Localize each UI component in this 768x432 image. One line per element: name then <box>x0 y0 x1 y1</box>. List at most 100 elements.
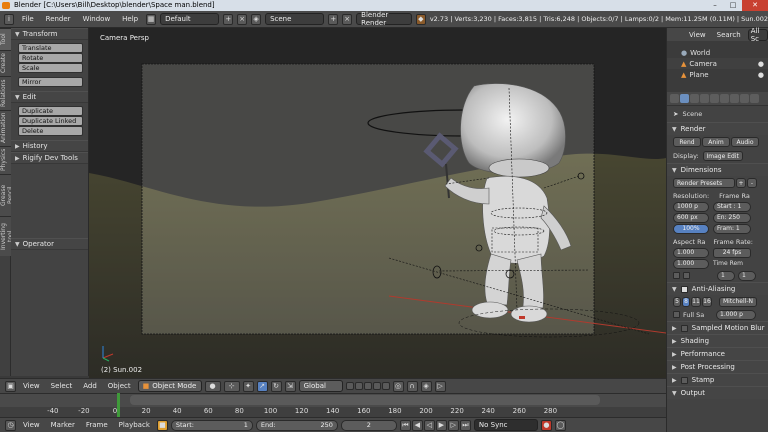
tab-inverting-tool[interactable]: Inverting tool <box>0 216 14 256</box>
record-icon[interactable]: ● <box>540 419 552 431</box>
scene-tab-icon[interactable] <box>700 94 709 103</box>
render-engine-select[interactable]: Blender Render <box>356 11 412 27</box>
rigify-panel-header[interactable]: ▶ Rigify Dev Tools <box>11 152 88 164</box>
scale-button[interactable]: Scale <box>18 63 83 73</box>
dimensions-panel-header[interactable]: ▼ Dimensions <box>667 163 768 176</box>
add-layout-icon[interactable]: + <box>223 13 234 25</box>
menu-help[interactable]: Help <box>118 15 142 23</box>
border-checkbox[interactable] <box>683 272 690 279</box>
menu-add[interactable]: Add <box>79 382 101 390</box>
performance-panel-header[interactable]: ▶ Performance <box>667 347 768 360</box>
world-tab-icon[interactable] <box>710 94 719 103</box>
aspect-x-field[interactable]: 1.000 <box>673 247 709 258</box>
resolution-x-field[interactable]: 1000 p <box>673 201 709 212</box>
menu-view[interactable]: View <box>19 382 44 390</box>
orientation-select[interactable]: Global <box>298 380 343 392</box>
keying-set-icon[interactable]: ◯ <box>554 419 566 431</box>
current-frame-indicator[interactable] <box>117 393 121 417</box>
frame-end-field[interactable]: En: 250 <box>713 212 751 223</box>
render-audio-button[interactable]: Audio <box>731 137 759 147</box>
tab-tool[interactable]: Tool <box>0 28 11 50</box>
scene-select[interactable]: Scene <box>265 13 325 25</box>
snap-icon[interactable]: ∩ <box>406 380 418 392</box>
aa-samples-8-button[interactable]: 8 <box>682 296 690 307</box>
menu-select[interactable]: Select <box>47 382 77 390</box>
timeline-editor-icon[interactable]: ◷ <box>5 419 16 431</box>
3d-viewport[interactable]: Camera Persp (2) Sun.002 <box>89 28 666 378</box>
shading-panel-header[interactable]: ▶ Shading <box>667 334 768 347</box>
frame-rate-select[interactable]: 24 fps <box>713 247 751 258</box>
crop-checkbox[interactable] <box>673 272 680 279</box>
constraints-tab-icon[interactable] <box>730 94 739 103</box>
close-icon[interactable]: ✕ <box>742 0 768 11</box>
outliner-filter-select[interactable]: All Sc <box>747 27 768 43</box>
proportional-edit-icon[interactable]: ◎ <box>392 380 404 392</box>
layer-5-button[interactable] <box>381 382 390 390</box>
outliner-row-world[interactable]: ● World <box>667 47 768 58</box>
output-panel-header[interactable]: ▼ Output <box>667 386 768 399</box>
preview-range-icon[interactable]: ■ <box>156 419 168 431</box>
timeline-scrollbar[interactable] <box>0 394 666 407</box>
aspect-y-field[interactable]: 1.000 <box>673 258 709 269</box>
frame-start-field[interactable]: Start : 1 <box>713 201 751 212</box>
render-anim-button[interactable]: Anim <box>702 137 730 147</box>
next-keyframe-icon[interactable]: ▷ <box>447 419 459 431</box>
info-editor-icon[interactable]: i <box>4 13 14 25</box>
antialiasing-checkbox[interactable] <box>680 285 688 293</box>
end-frame-field[interactable]: End: 250 <box>255 419 338 431</box>
render-image-button[interactable]: Rend <box>673 137 701 147</box>
tab-grease-pencil[interactable]: Grease Pencil <box>0 174 14 216</box>
pin-icon[interactable]: ➤ <box>673 110 678 118</box>
shading-icon[interactable]: ● <box>204 380 221 392</box>
jump-end-icon[interactable]: ⏭ <box>459 419 471 431</box>
antialiasing-panel-header[interactable]: ▼ Anti-Aliasing <box>667 282 768 295</box>
play-icon[interactable]: ▶ <box>435 419 447 431</box>
opengl-render-icon[interactable]: ◈ <box>420 380 432 392</box>
rotate-button[interactable]: Rotate <box>18 53 83 63</box>
layer-2-button[interactable] <box>354 382 363 390</box>
time-remap-new-field[interactable]: 1 <box>738 270 756 281</box>
aa-samples-11-button[interactable]: 11 <box>691 296 701 307</box>
object-tab-icon[interactable] <box>720 94 729 103</box>
motion-blur-panel-header[interactable]: ▶ Sampled Motion Blur <box>667 321 768 334</box>
jump-start-icon[interactable]: ⏮ <box>399 419 411 431</box>
add-preset-icon[interactable]: + <box>736 178 746 188</box>
time-remap-old-field[interactable]: 1 <box>717 270 735 281</box>
maximize-icon[interactable]: □ <box>724 0 742 11</box>
frame-step-field[interactable]: Fram: 1 <box>713 223 751 234</box>
full-sample-checkbox[interactable] <box>673 311 680 318</box>
aa-samples-16-button[interactable]: 16 <box>702 296 712 307</box>
outliner-row-plane[interactable]: ▲ Plane ● <box>667 69 768 80</box>
tab-create[interactable]: Create <box>0 50 11 76</box>
menu-file[interactable]: File <box>18 15 38 23</box>
mode-select[interactable]: ■ Object Mode <box>137 380 202 392</box>
current-frame-field[interactable]: 2 <box>340 419 397 431</box>
editor-type-icon[interactable]: ▣ <box>5 380 16 392</box>
delete-button[interactable]: Delete <box>18 126 83 136</box>
outliner-menu-view[interactable]: View <box>685 31 710 39</box>
scene-icon[interactable]: ◈ <box>251 13 262 25</box>
duplicate-linked-button[interactable]: Duplicate Linked <box>18 116 83 126</box>
menu-frame[interactable]: Frame <box>82 421 112 429</box>
translate-manipulator-icon[interactable]: ↗ <box>256 380 268 392</box>
mirror-button[interactable]: Mirror <box>18 77 83 87</box>
stamp-panel-header[interactable]: ▶ Stamp <box>667 373 768 386</box>
render-tab-icon[interactable] <box>680 94 689 103</box>
scale-manipulator-icon[interactable]: ⇲ <box>284 380 296 392</box>
duplicate-button[interactable]: Duplicate <box>18 106 83 116</box>
outliner-row-camera[interactable]: ▲ Camera ● <box>667 58 768 69</box>
editor-type-icon[interactable] <box>670 94 679 103</box>
menu-object[interactable]: Object <box>104 382 135 390</box>
outliner-menu-search[interactable]: Search <box>713 31 745 39</box>
translate-button[interactable]: Translate <box>18 43 83 53</box>
visibility-icon[interactable]: ● <box>758 60 764 68</box>
render-panel-header[interactable]: ▼ Render <box>667 122 768 135</box>
menu-timeline-view[interactable]: View <box>19 421 44 429</box>
add-scene-icon[interactable]: + <box>328 13 339 25</box>
tab-physics[interactable]: Physics <box>0 146 11 174</box>
tab-animation[interactable]: Animation <box>0 110 11 146</box>
minimize-icon[interactable]: – <box>706 0 724 11</box>
sync-select[interactable]: No Sync <box>473 419 538 431</box>
pivot-icon[interactable]: ⊹ <box>223 380 240 392</box>
edit-panel-header[interactable]: ▼ Edit <box>11 91 88 103</box>
